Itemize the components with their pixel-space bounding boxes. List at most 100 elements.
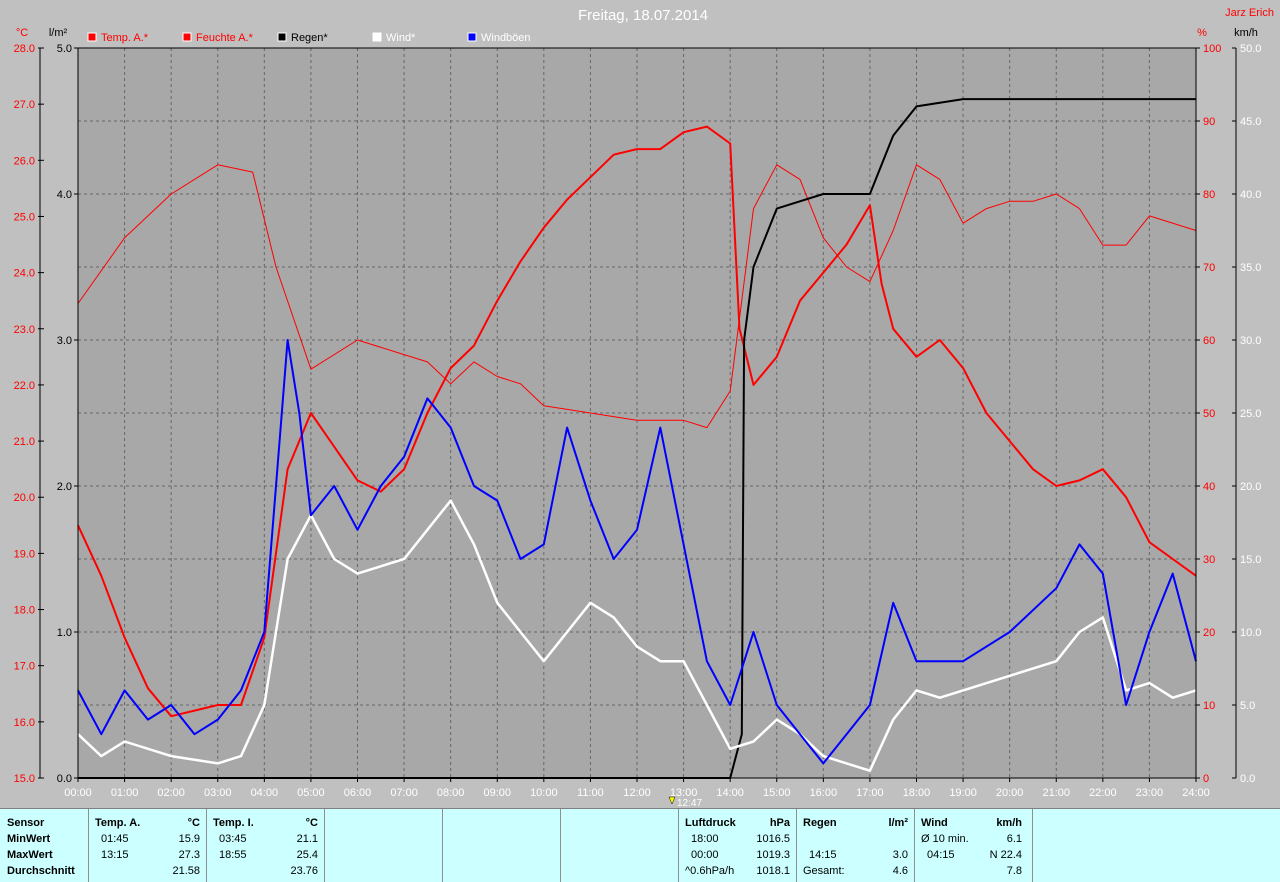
- temp-i-avg: 23.76: [290, 865, 318, 877]
- x-tick-label: 01:00: [111, 787, 139, 799]
- x-tick-label: 19:00: [949, 787, 977, 799]
- temp-a-min-val: 15.9: [178, 833, 200, 845]
- temp-i-min-time: 03:45: [219, 833, 247, 845]
- temp-a-avg: 21.58: [172, 865, 200, 877]
- pressure-r3-val: 1018.1: [756, 865, 790, 877]
- legend-swatch: [277, 32, 287, 42]
- temp-tick-label: 20.0: [14, 492, 35, 504]
- stats-col-temp-a: Temp. A. °C 01:45 15.9 13:15 27.3 21.58: [88, 809, 206, 882]
- humidity-axis-unit: %: [1197, 27, 1207, 39]
- rain-tick-label: 3.0: [57, 335, 72, 347]
- x-tick-label: 22:00: [1089, 787, 1117, 799]
- stats-col-wind: Wind km/h Ø 10 min. 6.1 04:15 N 22.4 7.8: [914, 809, 1032, 882]
- temp-i-header: Temp. I.: [213, 817, 254, 829]
- legend-item-gust[interactable]: Windböen: [467, 32, 531, 44]
- legend-swatch: [182, 32, 192, 42]
- legend-item-wind[interactable]: Wind*: [372, 32, 416, 44]
- x-tick-label: 16:00: [810, 787, 838, 799]
- temp-tick-label: 15.0: [14, 773, 35, 785]
- wind-avg-day: 7.8: [1006, 865, 1022, 877]
- chart-title: Freitag, 18.07.2014: [578, 7, 708, 24]
- wind-tick-label: 30.0: [1240, 335, 1261, 347]
- temp-tick-label: 21.0: [14, 436, 35, 448]
- x-tick-label: 06:00: [344, 787, 372, 799]
- temp-a-max-time: 13:15: [101, 849, 129, 861]
- legend-item-rain[interactable]: Regen*: [277, 32, 328, 44]
- wind-tick-label: 15.0: [1240, 554, 1261, 566]
- wind-header: Wind: [921, 817, 948, 829]
- legend-label: Windböen: [481, 32, 531, 44]
- legend-label: Regen*: [291, 32, 328, 44]
- x-tick-label: 15:00: [763, 787, 791, 799]
- legend-label: Temp. A.*: [101, 32, 149, 44]
- temp-tick-label: 24.0: [14, 268, 35, 280]
- temp-i-unit: °C: [305, 817, 318, 829]
- humidity-tick-label: 50: [1203, 408, 1215, 420]
- weather-chart: 00:00 01:00 02:00 03:00 04:00 05:00 06:00 07:00…: [14, 7, 1274, 808]
- pressure-header: Luftdruck: [685, 817, 736, 829]
- wind-unit: km/h: [996, 817, 1022, 829]
- legend-label: Feuchte A.*: [196, 32, 254, 44]
- x-tick-label: 17:00: [856, 787, 884, 799]
- rain-tick-label: 5.0: [57, 43, 72, 55]
- temp-a-unit: °C: [187, 817, 200, 829]
- temp-tick-label: 25.0: [14, 211, 35, 223]
- temp-a-max-val: 27.3: [178, 849, 200, 861]
- humidity-tick-label: 30: [1203, 554, 1215, 566]
- stats-col-pressure: Luftdruck hPa 18:00 1016.5 00:00 1019.3 …: [678, 809, 796, 882]
- humidity-tick-label: 10: [1203, 700, 1215, 712]
- rain-tick-label: 2.0: [57, 481, 72, 493]
- legend-item-temp[interactable]: Temp. A.*: [87, 32, 149, 44]
- wind-max-val: N 22.4: [989, 849, 1022, 861]
- x-tick-label: 07:00: [390, 787, 418, 799]
- row-label-max: MaxWert: [7, 849, 53, 861]
- pressure-r2-val: 1019.3: [756, 849, 790, 861]
- pressure-r2-time: 00:00: [691, 849, 719, 861]
- x-tick-label: 02:00: [157, 787, 185, 799]
- wind-tick-label: 25.0: [1240, 408, 1261, 420]
- wind-tick-label: 35.0: [1240, 262, 1261, 274]
- wind-tick-label: 45.0: [1240, 116, 1261, 128]
- rain-r2-val: 3.0: [892, 849, 908, 861]
- temp-tick-label: 23.0: [14, 324, 35, 336]
- wind-tick-label: 5.0: [1240, 700, 1255, 712]
- row-label-min: MinWert: [7, 833, 51, 845]
- wind-avg-label: Ø 10 min.: [921, 833, 969, 845]
- temp-i-max-time: 18:55: [219, 849, 247, 861]
- x-tick-label: 14:00: [716, 787, 744, 799]
- temp-i-max-val: 25.4: [296, 849, 318, 861]
- pressure-unit: hPa: [769, 817, 790, 829]
- x-tick-label: 23:00: [1136, 787, 1164, 799]
- pressure-r1-time: 18:00: [691, 833, 719, 845]
- legend: Temp. A.* Feuchte A.* Regen* Wind* Windb…: [87, 32, 531, 44]
- wind-tick-label: 10.0: [1240, 627, 1261, 639]
- stats-col-sensor: Sensor MinWert MaxWert Durchschnitt: [0, 809, 88, 882]
- temp-tick-label: 27.0: [14, 99, 35, 111]
- stats-col-temp-i: Temp. I. °C 03:45 21.1 18:55 25.4 23.76: [206, 809, 324, 882]
- rain-tick-label: 0.0: [57, 773, 72, 785]
- temp-axis-unit: °C: [16, 27, 28, 39]
- temp-i-min-val: 21.1: [296, 833, 318, 845]
- marker-arrow-icon: [668, 796, 676, 805]
- wind-avg-val: 6.1: [1006, 833, 1022, 845]
- author-label: Jarz Erich: [1225, 7, 1274, 19]
- temp-a-min-time: 01:45: [101, 833, 129, 845]
- legend-label: Wind*: [386, 32, 416, 44]
- legend-swatch: [87, 32, 97, 42]
- x-tick-label: 10:00: [530, 787, 558, 799]
- temp-tick-label: 28.0: [14, 43, 35, 55]
- x-tick-label: 04:00: [251, 787, 279, 799]
- rain-r2-time: 14:15: [809, 849, 837, 861]
- stats-col-rain: Regen l/m² 14:15 3.0 Gesamt: 4.6: [796, 809, 914, 882]
- legend-swatch: [467, 32, 477, 42]
- wind-max-time: 04:15: [927, 849, 955, 861]
- temp-a-header: Temp. A.: [95, 817, 141, 829]
- humidity-tick-label: 40: [1203, 481, 1215, 493]
- stats-col-empty-4: [1032, 809, 1280, 882]
- humidity-tick-label: 20: [1203, 627, 1215, 639]
- temp-tick-label: 22.0: [14, 380, 35, 392]
- stats-col-empty-3: [560, 809, 678, 882]
- rain-unit: l/m²: [888, 817, 908, 829]
- legend-item-humidity[interactable]: Feuchte A.*: [182, 32, 254, 44]
- x-tick-label: 00:00: [64, 787, 92, 799]
